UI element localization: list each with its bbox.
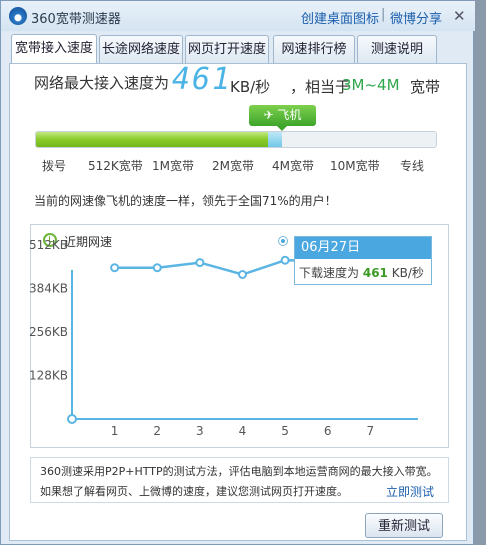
speed-description: 当前的网速像飞机的速度一样，领先于全国71%的用户！	[34, 194, 337, 208]
tooltip-body: 下载速度为 461 KB/秒	[299, 264, 424, 281]
scale-label-10m: 10M宽带	[330, 159, 380, 173]
tooltip-date: 06月27日	[295, 237, 431, 259]
tooltip-unit: KB/秒	[391, 266, 424, 280]
weibo-share-link[interactable]: 微博分享	[390, 8, 442, 27]
tab-speed-ranking[interactable]: 网速排行榜	[273, 35, 355, 63]
scale-label-dialup: 拨号	[42, 159, 67, 173]
footer-line-1: 360测速采用P2P+HTTP的测试方法，评估电脑到本地运营商网的最大接入带宽。	[40, 465, 438, 478]
tooltip-marker-icon	[278, 236, 288, 246]
progress-tail	[268, 132, 282, 147]
title-separator: |	[381, 7, 386, 22]
scale-label-4m: 4M宽带	[272, 159, 314, 173]
tab-access-speed[interactable]: 宽带接入速度	[11, 34, 97, 64]
background-desktop	[472, 0, 486, 545]
close-icon[interactable]: ✕	[453, 7, 466, 25]
scale-label-1m: 1M宽带	[152, 159, 194, 173]
headline-middle: ，相当于	[290, 78, 351, 96]
scale-label-2m: 2M宽带	[212, 159, 254, 173]
progress-fill	[36, 132, 268, 147]
speed-value: 461	[172, 62, 233, 97]
airplane-badge: ✈ 飞机	[249, 105, 316, 131]
app-logo-icon	[9, 7, 27, 25]
footer-line-2: 如果想了解看网页、上微博的速度，建议您测试网页打开速度。	[40, 485, 348, 498]
speed-unit: KB/秒	[230, 78, 271, 96]
create-desktop-icon-link[interactable]: 创建桌面图标	[301, 8, 379, 27]
scale-label-512k: 512K宽带	[88, 159, 143, 173]
test-now-link[interactable]: 立即测试	[386, 483, 434, 500]
bandwidth-range: 3M~4M	[342, 76, 400, 94]
scale-label-dedicated: 专线	[400, 159, 425, 173]
headline-prefix: 网络最大接入速度为	[34, 74, 170, 92]
chart-legend: 近期网速	[64, 235, 113, 249]
tooltip-value: 461	[362, 266, 388, 280]
app-title: 360宽带测速器	[31, 12, 121, 27]
chart-tooltip: 06月27日 下载速度为 461 KB/秒	[294, 236, 432, 285]
tab-longdistance-speed[interactable]: 长途网络速度	[99, 35, 183, 63]
retest-button[interactable]: 重新测试	[365, 513, 443, 538]
tab-bar: 宽带接入速度 长途网络速度 网页打开速度 网速排行榜 测速说明	[1, 31, 475, 65]
tab-webpage-speed[interactable]: 网页打开速度	[185, 35, 269, 63]
title-bar: 360宽带测速器 创建桌面图标 | 微博分享 ✕	[1, 1, 475, 31]
tooltip-text: 下载速度为	[299, 266, 360, 280]
speed-progress-bar	[35, 131, 437, 148]
tab-test-help[interactable]: 测速说明	[357, 35, 437, 63]
clock-icon	[43, 233, 57, 247]
headline-suffix: 宽带	[410, 78, 441, 96]
